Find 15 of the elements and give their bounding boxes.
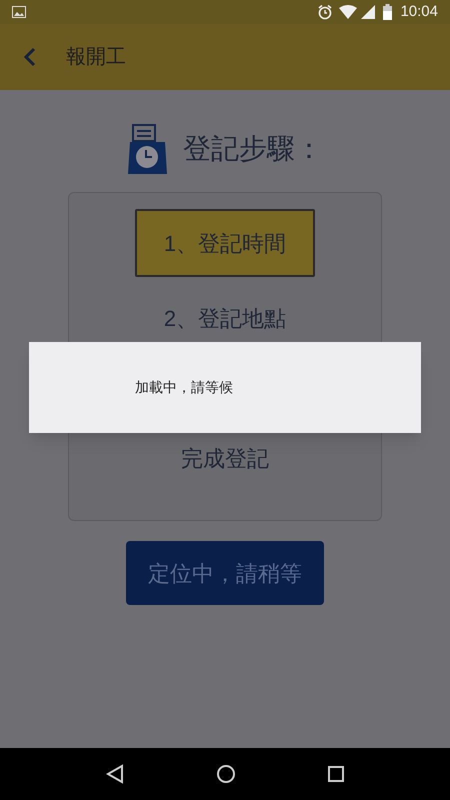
clock-time: 10:04: [400, 2, 438, 22]
loading-message: 加載中，請等候: [135, 378, 233, 397]
back-nav-icon[interactable]: [105, 764, 126, 784]
image-icon: [12, 6, 26, 18]
step-item[interactable]: 1、登記時間: [135, 209, 315, 277]
alarm-icon: [317, 4, 334, 20]
time-clock-icon: [127, 124, 167, 174]
home-nav-icon[interactable]: [216, 764, 236, 784]
screen-title: 報開工: [66, 45, 126, 70]
battery-icon: [383, 4, 392, 20]
steps-heading: 登記步驟：: [183, 132, 323, 166]
signal-icon: [361, 5, 376, 19]
recents-nav-icon[interactable]: [326, 765, 345, 783]
locating-button[interactable]: 定位中，請稍等: [126, 541, 324, 605]
wifi-icon: [339, 5, 358, 19]
